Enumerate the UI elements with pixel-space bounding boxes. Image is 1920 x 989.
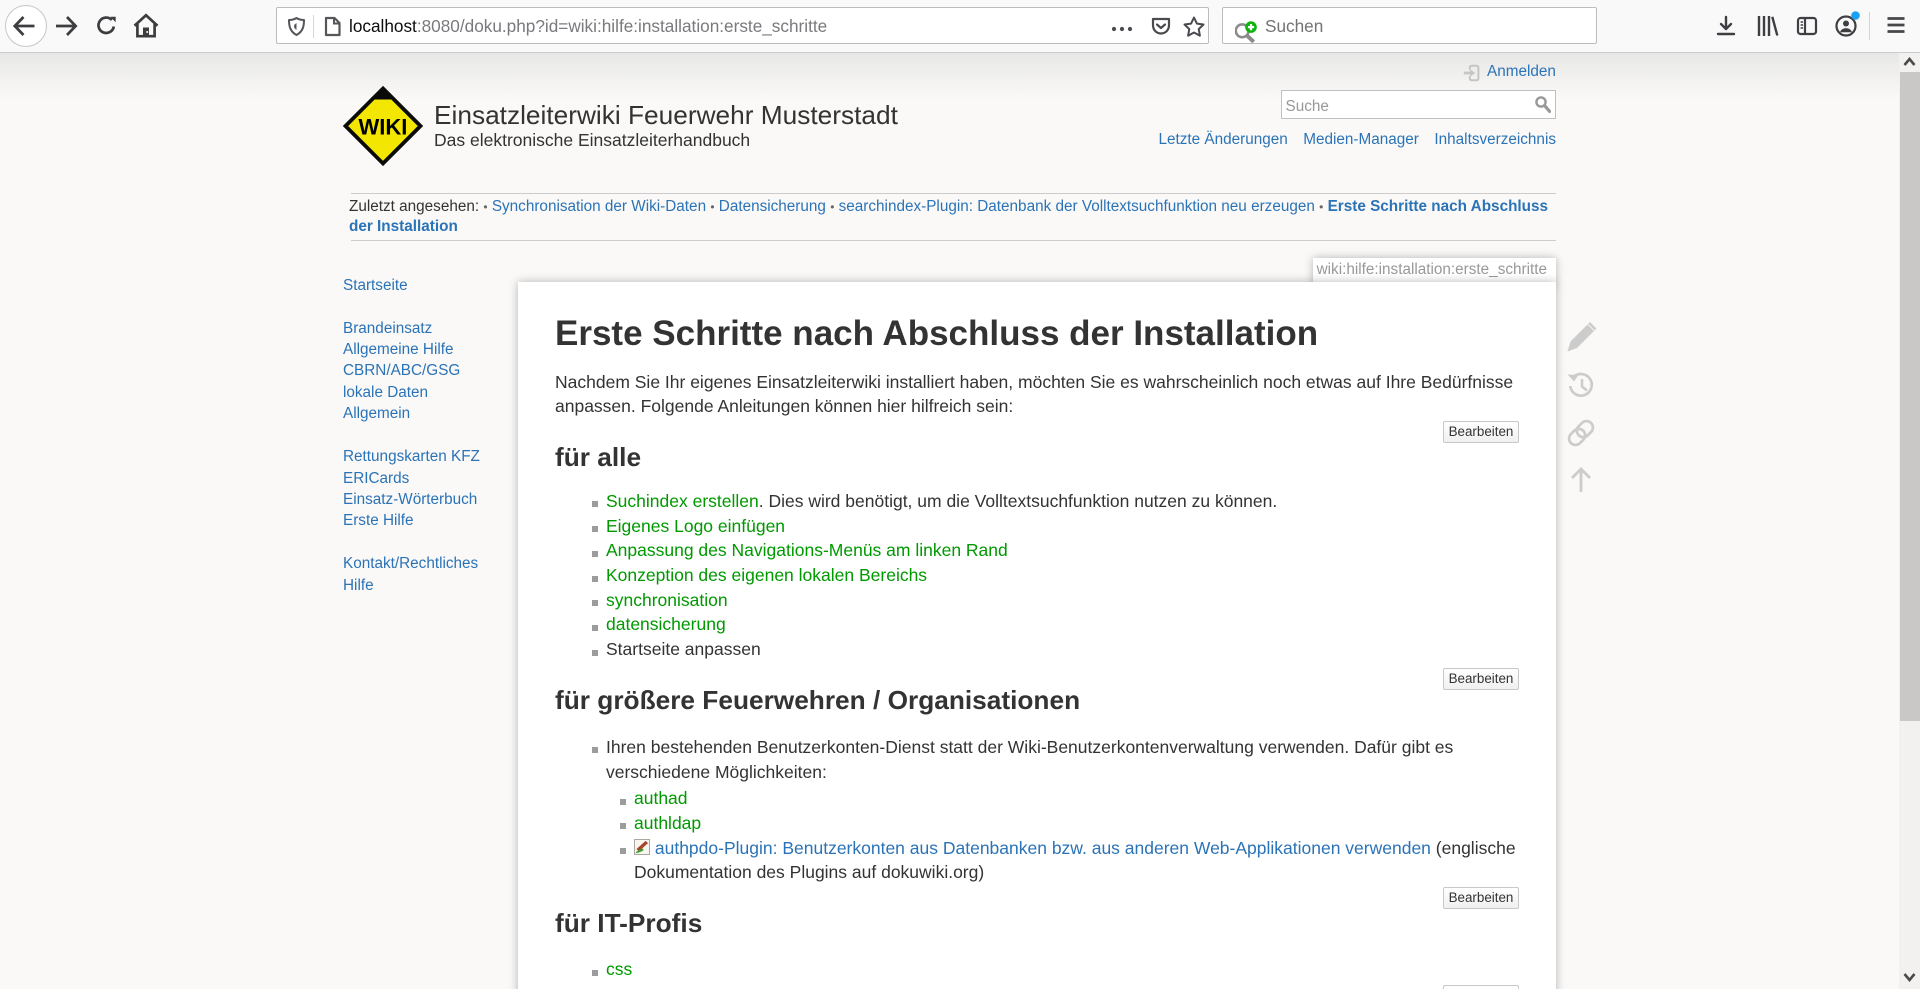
svg-text:WIKI: WIKI — [358, 114, 407, 139]
